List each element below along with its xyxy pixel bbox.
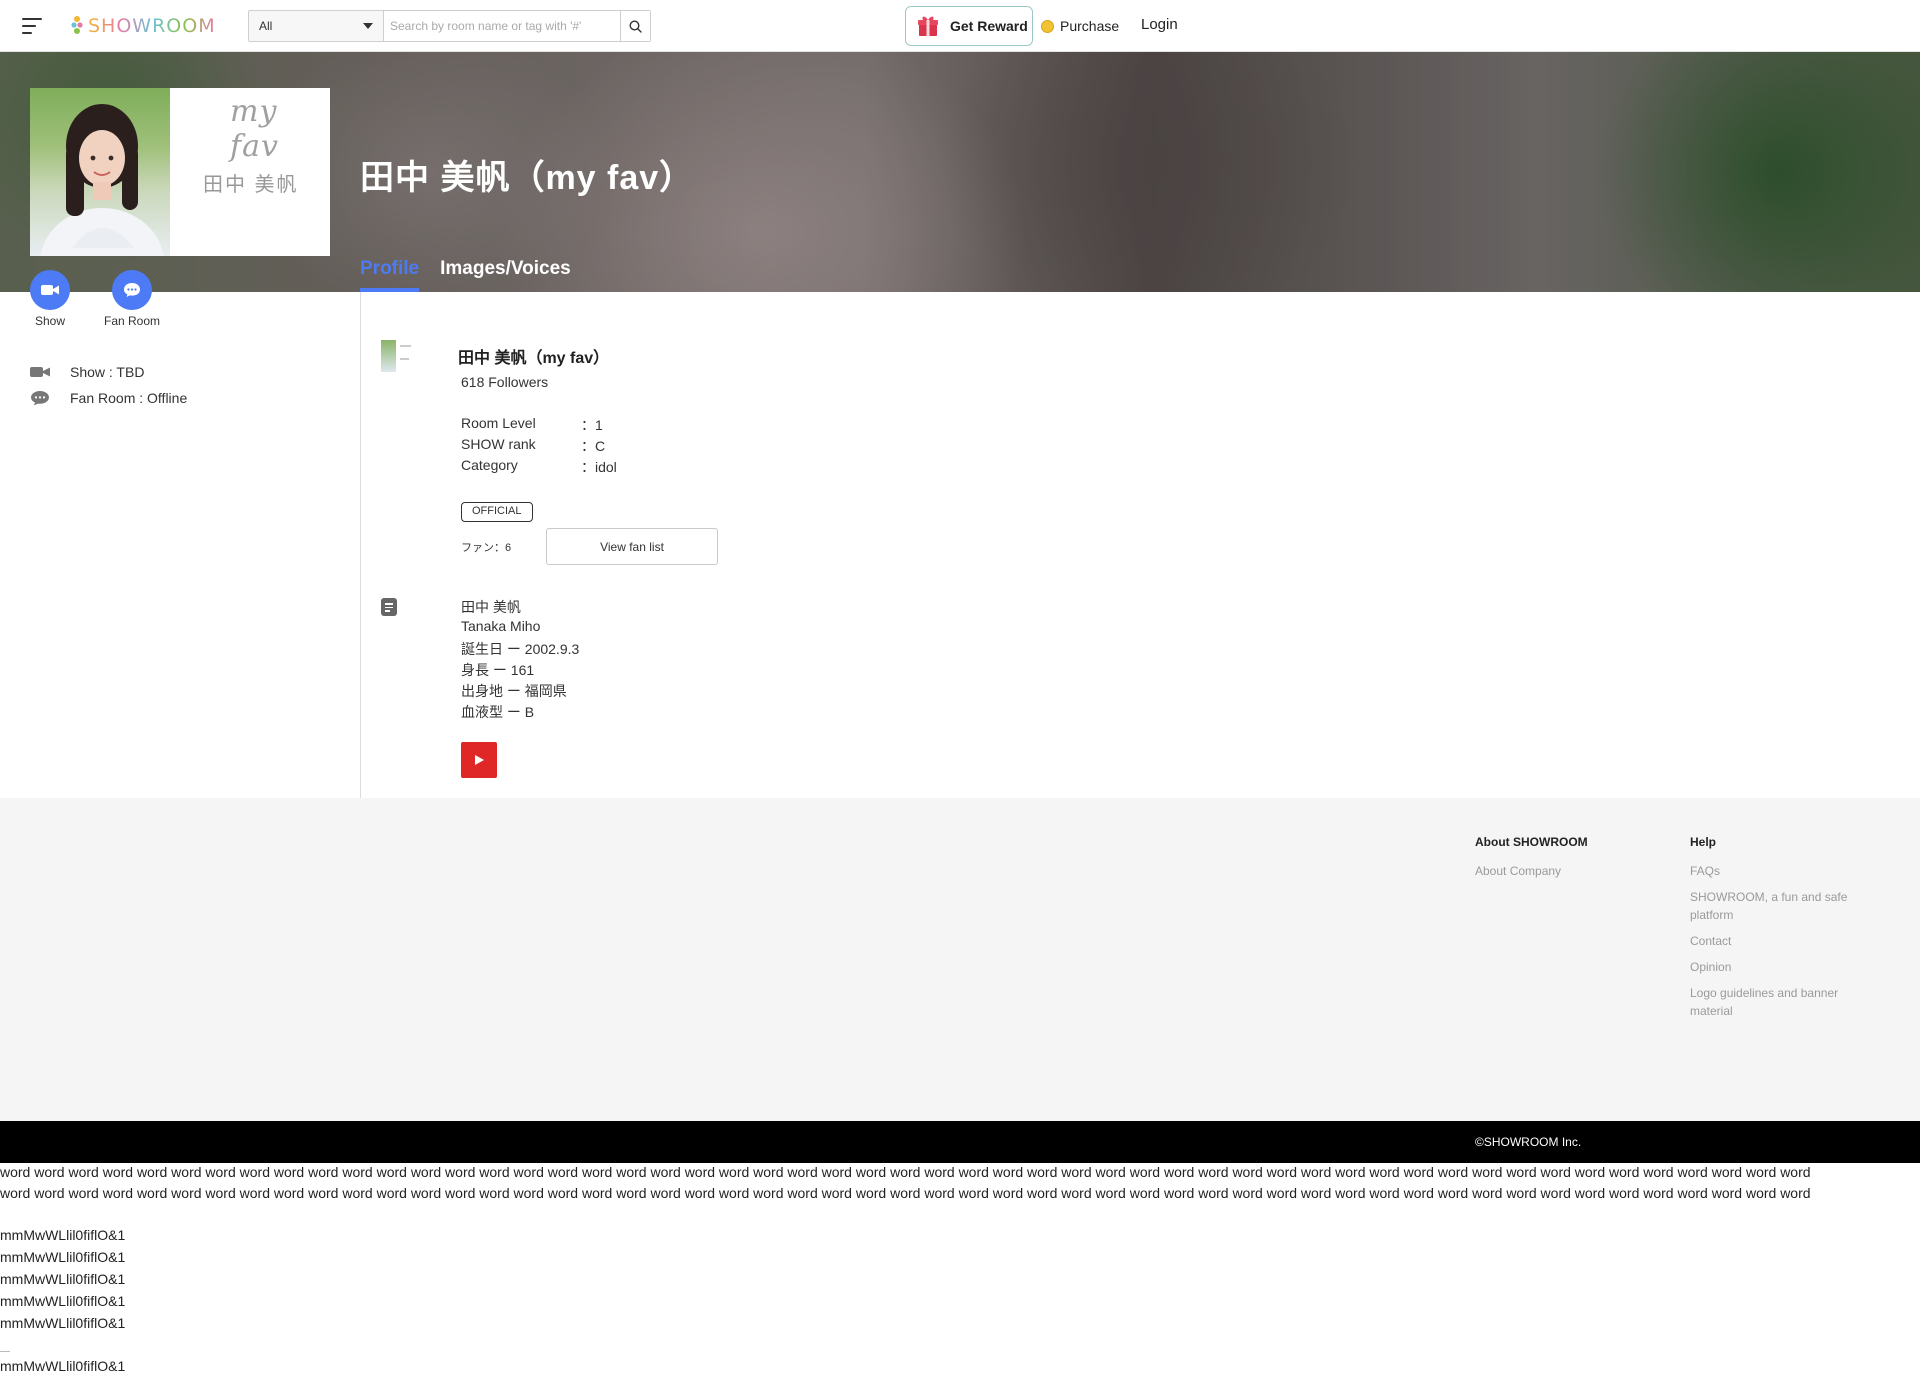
stat-room-level: Room Level ：1: [461, 415, 603, 435]
profile-main: 田中 美帆（my fav） 618 Followers Room Level ：…: [361, 292, 1920, 798]
stat-key: Category: [461, 457, 518, 473]
logo-mark-icon: [71, 16, 83, 34]
fan-room-button[interactable]: Fan Room: [103, 270, 161, 328]
fan-room-status: Fan Room : Offline: [30, 388, 187, 408]
fan-room-label: Fan Room: [103, 314, 161, 328]
purchase-link[interactable]: Purchase: [1041, 16, 1119, 36]
profile-tabs: Profile Images/Voices: [360, 258, 592, 292]
search-button[interactable]: [620, 11, 650, 41]
gift-icon: [918, 16, 938, 36]
show-round-button[interactable]: [30, 270, 70, 310]
hamburger-menu-icon[interactable]: [22, 18, 42, 34]
footer-link-opinion[interactable]: Opinion: [1690, 958, 1731, 976]
youtube-link-button[interactable]: [461, 742, 497, 778]
search-icon: [629, 19, 642, 33]
stat-value: ：C: [581, 438, 606, 454]
bio-line: 血液型 ー B: [461, 704, 535, 720]
footer-link-contact[interactable]: Contact: [1690, 932, 1731, 950]
fan-room-round-button[interactable]: [112, 270, 152, 310]
stat-key: Room Level: [461, 415, 536, 431]
copyright-bar: ©SHOWROOM Inc.: [0, 1121, 1920, 1163]
tab-profile[interactable]: Profile: [360, 258, 420, 292]
official-badge: OFFICIAL: [461, 502, 533, 522]
stat-category: Category ：idol: [461, 457, 617, 477]
search-input[interactable]: [384, 11, 620, 41]
footer-link-logo-guidelines[interactable]: Logo guidelines and banner material: [1690, 984, 1860, 1020]
view-fan-list-button[interactable]: View fan list: [546, 528, 718, 565]
bio-line: 田中 美帆: [461, 599, 521, 615]
left-sidebar: Show Fan Room Show : TBD Fan Room: Offl…: [0, 270, 360, 798]
fan-room-status-text: Fan Room : Offline: [70, 390, 188, 406]
search-bar: All: [248, 10, 651, 42]
footer-link-about-company[interactable]: About Company: [1475, 862, 1561, 880]
fan-count: ファン：6: [461, 542, 512, 554]
small-divider: [0, 1351, 10, 1352]
stat-value: ：1: [581, 417, 603, 433]
profile-name: 田中 美帆（my fav）: [458, 350, 610, 367]
stat-value: ：idol: [581, 459, 617, 475]
search-category-value: All: [259, 19, 273, 33]
purchase-label: Purchase: [1060, 18, 1120, 34]
show-status: Show : TBD: [30, 362, 144, 382]
glyph-text-line: mmMwWLlil0fiflO&1: [0, 1249, 126, 1265]
video-camera-icon: [30, 364, 50, 380]
glyph-text-line: mmMwWLlil0fiflO&1: [0, 1293, 126, 1309]
play-icon: [475, 755, 484, 765]
profile-thumbnail: [381, 340, 413, 372]
glyph-text-line: mmMwWLlil0fiflO&1: [0, 1271, 126, 1287]
coin-icon: [1041, 19, 1054, 33]
footer-about-heading: About SHOWROOM: [1475, 835, 1588, 849]
stat-show-rank: SHOW rank ：C: [461, 436, 605, 456]
glyph-text-line: mmMwWLlil0fiflO&1: [0, 1227, 126, 1243]
chat-bubble-icon: [30, 390, 50, 406]
word-text-line: word word word word word word word word …: [0, 1185, 1811, 1201]
login-link[interactable]: Login: [1141, 16, 1178, 33]
video-camera-icon: [41, 285, 59, 295]
room-title: 田中 美帆（my fav）: [360, 159, 695, 197]
glyph-text-line: mmMwWLlil0fiflO&1: [0, 1358, 126, 1374]
showroom-logo[interactable]: SHOWROOM: [70, 13, 216, 39]
bio-line: 誕生日 ー 2002.9.3: [461, 641, 580, 657]
get-reward-label: Get Reward: [950, 18, 1028, 34]
footer-link-safe-platform[interactable]: SHOWROOM, a fun and safe platform: [1690, 888, 1860, 924]
tab-images-voices[interactable]: Images/Voices: [440, 258, 571, 292]
site-footer: About SHOWROOM About Company Help FAQs S…: [0, 798, 1920, 1121]
chat-bubble-icon: [124, 283, 140, 297]
logo-text: SHOWROOM: [88, 15, 216, 37]
bio-line: 身長 ー 161: [461, 662, 535, 678]
footer-help-heading: Help: [1690, 835, 1717, 849]
profile-banner: my fav 田中 美帆 田中 美帆（my fav） Profile Image…: [0, 52, 1920, 292]
chevron-down-icon: [363, 23, 373, 29]
room-avatar-card: my fav 田中 美帆: [30, 88, 330, 256]
stat-key: SHOW rank: [461, 436, 536, 452]
followers-count: 618 Followers: [461, 374, 549, 390]
show-button[interactable]: Show: [30, 270, 70, 328]
card-brand-text: my fav: [230, 94, 279, 164]
copyright-text: ©SHOWROOM Inc.: [1475, 1135, 1582, 1149]
top-header: SHOWROOM All Get Reward Purchase Login: [0, 0, 1920, 52]
search-category-select[interactable]: All: [249, 11, 384, 41]
glyph-text-line: mmMwWLlil0fiflO&1: [0, 1315, 126, 1331]
portrait-image: [40, 104, 164, 256]
avatar-photo: [30, 88, 170, 256]
show-label: Show: [34, 314, 66, 328]
bio-line: 出身地 ー 福岡県: [461, 683, 567, 699]
show-status-text: Show : TBD: [70, 364, 145, 380]
card-name-text: 田中 美帆: [203, 174, 299, 196]
bio-line: Tanaka Miho: [461, 618, 541, 634]
word-text-line: word word word word word word word word …: [0, 1164, 1811, 1180]
description-icon: [381, 598, 397, 616]
footer-link-faqs[interactable]: FAQs: [1690, 862, 1720, 880]
get-reward-button[interactable]: Get Reward: [905, 6, 1033, 46]
room-actions: Show Fan Room: [30, 270, 161, 328]
